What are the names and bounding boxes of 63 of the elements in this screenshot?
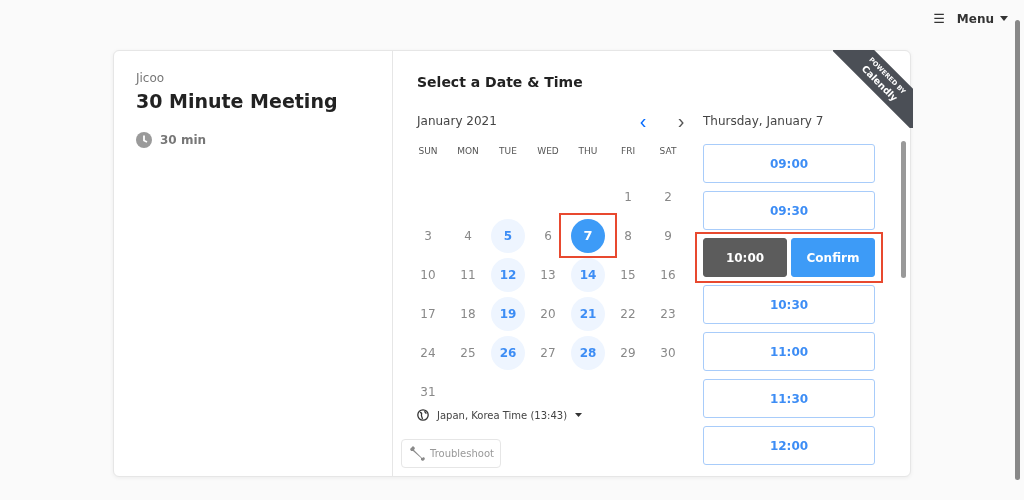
date-label: 3 — [423, 227, 433, 245]
date-label: 9 — [663, 227, 673, 245]
date-label: 6 — [543, 227, 553, 245]
timezone-selector[interactable]: Japan, Korea Time (13:43) — [417, 409, 695, 421]
scrollbar[interactable] — [1015, 20, 1020, 480]
date-button[interactable]: 21 — [571, 296, 605, 331]
date-label: 13 — [539, 266, 557, 284]
troubleshoot-button[interactable]: Troubleshoot — [401, 439, 501, 468]
organizer-name: Jicoo — [136, 71, 166, 85]
date-label: 2 — [663, 188, 673, 206]
weekday-label: FRI — [619, 145, 637, 158]
time-slot-button[interactable]: 09:30 — [703, 191, 875, 230]
date-button[interactable]: 28 — [571, 335, 605, 370]
date-label: 1 — [623, 188, 633, 206]
weekday-label: THU — [577, 145, 599, 158]
date-label: 11 — [459, 266, 477, 284]
date-button[interactable]: 12 — [491, 257, 525, 292]
date-button[interactable]: 7 — [571, 218, 605, 253]
menu-button[interactable]: ☰ Menu — [931, 9, 1010, 28]
clock-icon — [136, 132, 152, 148]
weekday-label: TUE — [498, 145, 518, 158]
time-slot-button[interactable]: 10:30 — [703, 285, 875, 324]
date-label: 18 — [459, 305, 477, 323]
date-label: 24 — [419, 344, 437, 362]
date-label: 20 — [539, 305, 557, 323]
date-label: 25 — [459, 344, 477, 362]
time-slot-button[interactable]: 11:30 — [703, 379, 875, 418]
next-month-button[interactable]: › — [669, 111, 693, 131]
previous-month-button[interactable]: ‹ — [631, 111, 655, 131]
date-label: 22 — [619, 305, 637, 323]
date-label: 16 — [659, 266, 677, 284]
globe-icon — [417, 409, 429, 421]
date-button[interactable]: 14 — [571, 257, 605, 292]
date-label: 15 — [619, 266, 637, 284]
date-label: 23 — [659, 305, 677, 323]
weekday-label: SUN — [417, 145, 439, 158]
time-slot-button[interactable]: 11:00 — [703, 332, 875, 371]
date-label: 29 — [619, 344, 637, 362]
selected-date: Thursday, January 7 — [703, 113, 825, 130]
date-label: 31 — [419, 383, 437, 401]
date-label: 30 — [659, 344, 677, 362]
weekday-label: SAT — [658, 145, 678, 158]
caret-icon — [1000, 16, 1008, 21]
caret-icon — [575, 413, 583, 417]
date-label: 8 — [623, 227, 633, 245]
confirm-button[interactable]: Confirm — [791, 238, 875, 277]
date-button[interactable]: 26 — [491, 335, 525, 370]
date-label: 17 — [419, 305, 437, 323]
date-label: 27 — [539, 344, 557, 362]
date-label: 10 — [419, 266, 437, 284]
date-label: 4 — [463, 227, 473, 245]
scrollbar[interactable] — [901, 141, 906, 278]
weekday-label: WED — [536, 145, 560, 158]
date-button[interactable]: 19 — [491, 296, 525, 331]
section-heading: Select a Date & Time — [417, 74, 583, 90]
month-label: January 2021 — [417, 114, 498, 128]
time-slot-button[interactable]: 10:00 — [703, 238, 787, 277]
time-slot-button[interactable]: 12:00 — [703, 426, 875, 465]
weekday-label: MON — [456, 145, 480, 158]
time-slot-button[interactable]: 09:00 — [703, 144, 875, 183]
date-button[interactable]: 5 — [491, 218, 525, 253]
duration-text: 30 min — [160, 133, 207, 147]
event-title: 30 Minute Meeting — [136, 90, 339, 112]
